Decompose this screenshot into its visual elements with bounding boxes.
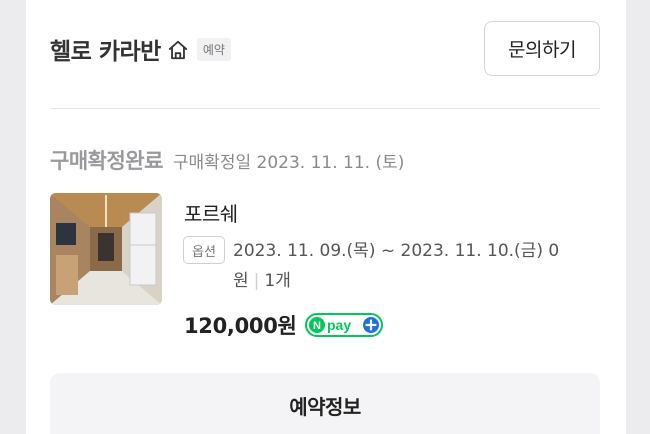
product-thumbnail[interactable] bbox=[50, 193, 162, 305]
inquiry-button[interactable]: 문의하기 bbox=[484, 21, 600, 76]
npay-label: pay bbox=[327, 317, 351, 333]
option-quantity: 1개 bbox=[264, 271, 291, 291]
reservation-badge: 예약 bbox=[196, 37, 231, 61]
option-badge: 옵션 bbox=[183, 236, 225, 264]
divider bbox=[50, 108, 600, 109]
npay-logo-icon: N pay bbox=[304, 313, 383, 337]
price-row: 120,000원 N pay bbox=[184, 310, 383, 340]
product-name[interactable]: 포르쉐 bbox=[184, 198, 238, 227]
caravan-interior-image bbox=[50, 193, 162, 305]
home-icon[interactable] bbox=[167, 39, 189, 61]
order-status-row: 구매확정완료 구매확정일 2023. 11. 11. (토) bbox=[50, 145, 404, 175]
order-status: 구매확정완료 bbox=[50, 149, 163, 173]
confirm-date: 구매확정일 2023. 11. 11. (토) bbox=[172, 153, 405, 173]
separator: | bbox=[253, 271, 260, 291]
svg-text:N: N bbox=[313, 320, 321, 332]
reservation-info-button[interactable]: 예약정보 bbox=[50, 373, 600, 434]
option-details: 2023. 11. 09.(목) ~ 2023. 11. 10.(금) 0원 | 1… bbox=[233, 236, 599, 296]
order-card: 헬로 카라반 예약 문의하기 구매확정완료 구매확정일 2023. 11. 11… bbox=[26, 0, 626, 434]
shop-header[interactable]: 헬로 카라반 예약 bbox=[50, 28, 231, 70]
product-price: 120,000원 bbox=[184, 314, 297, 338]
shop-name[interactable]: 헬로 카라반 bbox=[50, 32, 161, 66]
npay-badge: N pay bbox=[304, 313, 383, 337]
